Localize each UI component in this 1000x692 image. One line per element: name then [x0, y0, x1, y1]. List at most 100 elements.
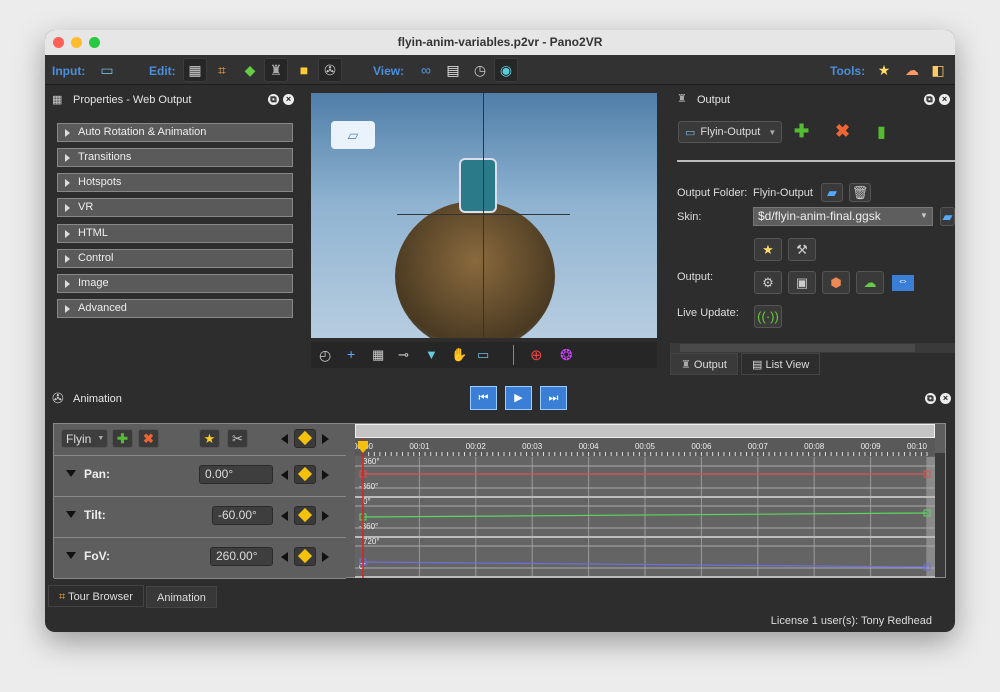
section-control[interactable]: Control: [57, 249, 293, 268]
time-label: 00:01: [409, 442, 430, 451]
live-update-button[interactable]: ((·)): [754, 305, 782, 328]
crosshair-icon[interactable]: +: [347, 346, 355, 362]
timeline[interactable]: 00:0000:0100:0200:0300:0400:0500:0600:07…: [353, 438, 935, 578]
funnel-icon[interactable]: ▼: [425, 347, 438, 362]
section-image[interactable]: Image: [57, 274, 293, 293]
section-advanced[interactable]: Advanced: [57, 299, 293, 318]
color-circles-icon[interactable]: ❂: [560, 346, 573, 364]
float-panel-button[interactable]: ⧉: [924, 94, 935, 105]
target-icon[interactable]: ⊕: [530, 346, 543, 364]
properties-icon[interactable]: ▦: [183, 58, 207, 82]
float-panel-button[interactable]: ⧉: [925, 393, 936, 404]
track-max-label: 360°: [363, 457, 380, 466]
tab-tour-browser[interactable]: ⌗ Tour Browser: [48, 585, 144, 607]
add-output-icon[interactable]: ✚: [794, 121, 809, 142]
document-icon[interactable]: ▮: [877, 122, 886, 142]
output-icon[interactable]: ♜: [264, 58, 288, 82]
minimize-window-button[interactable]: [71, 37, 82, 48]
star-patch-icon[interactable]: ★: [872, 58, 896, 82]
tab-animation[interactable]: Animation: [146, 586, 217, 608]
track-label: FoV:: [84, 549, 110, 563]
add-keyframe-button[interactable]: [294, 506, 316, 525]
chevron-down-icon[interactable]: ▼: [920, 211, 928, 220]
previous-keyframe-icon[interactable]: [281, 470, 288, 480]
go-to-end-button[interactable]: ⏭: [540, 386, 567, 410]
scrollbar-thumb[interactable]: [680, 344, 915, 352]
tools-button[interactable]: ✂: [227, 429, 248, 448]
output-select[interactable]: ▭ Flyin-Output ▼: [678, 121, 782, 143]
skin-editor-button[interactable]: ★: [754, 238, 782, 261]
tilt-value-input[interactable]: -60.00°: [212, 506, 273, 525]
previous-keyframe-icon[interactable]: [281, 511, 288, 521]
next-keyframe-icon[interactable]: [322, 511, 329, 521]
grid-icon[interactable]: ▦: [372, 347, 384, 363]
play-button[interactable]: ▶: [505, 386, 532, 410]
panorama-icon[interactable]: ▭: [477, 347, 489, 363]
pan-value-input[interactable]: 0.00°: [199, 465, 273, 484]
weather-icon[interactable]: ☁: [900, 58, 924, 82]
add-sequence-button[interactable]: ✚: [112, 429, 133, 448]
track-label: Pan:: [84, 467, 111, 481]
floor-plan-icon[interactable]: ◆: [238, 58, 262, 82]
close-window-button[interactable]: [53, 37, 64, 48]
add-panorama-icon[interactable]: ▭: [95, 58, 119, 82]
section-transitions[interactable]: Transitions: [57, 148, 293, 167]
eraser-icon[interactable]: ◧: [926, 58, 950, 82]
plugin-icon[interactable]: ⇔: [892, 275, 914, 291]
next-keyframe-icon[interactable]: [322, 434, 329, 444]
delete-output-icon[interactable]: ✖: [835, 121, 850, 142]
preview-button[interactable]: ▣: [788, 271, 816, 294]
next-keyframe-icon[interactable]: [322, 470, 329, 480]
skin-input[interactable]: $d/flyin-anim-final.ggsk: [753, 207, 933, 226]
level-icon[interactable]: ⊸: [398, 347, 409, 363]
panorama-viewer[interactable]: ▱: [311, 93, 657, 338]
clipboard-icon[interactable]: ▤: [441, 58, 465, 82]
previous-keyframe-icon[interactable]: [281, 552, 288, 562]
tab-output[interactable]: ♜ Output: [670, 353, 738, 375]
timeline-vertical-scrollbar[interactable]: [935, 453, 945, 577]
add-keyframe-button[interactable]: [294, 547, 316, 566]
output-icon: ♜: [677, 93, 687, 105]
compass-icon[interactable]: ◴: [319, 347, 331, 364]
tab-list-view[interactable]: ▤ List View: [741, 353, 821, 375]
hand-icon[interactable]: ✋: [451, 347, 467, 363]
eye-icon[interactable]: ◉: [494, 58, 518, 82]
settings-button[interactable]: ⚙: [754, 271, 782, 294]
sequence-select[interactable]: Flyin ▼: [61, 429, 108, 448]
collapse-icon[interactable]: [66, 470, 76, 477]
delete-sequence-button[interactable]: ✖: [138, 429, 159, 448]
float-panel-button[interactable]: ⧉: [268, 94, 279, 105]
fov-value-input[interactable]: 260.00°: [210, 547, 273, 566]
collapse-icon[interactable]: [66, 552, 76, 559]
collapse-icon[interactable]: [66, 511, 76, 518]
next-keyframe-icon[interactable]: [322, 552, 329, 562]
compass-icon[interactable]: ◷: [468, 58, 492, 82]
timeline-range-slider[interactable]: [355, 424, 935, 438]
section-html[interactable]: HTML: [57, 224, 293, 243]
close-panel-button[interactable]: ×: [939, 94, 950, 105]
binoculars-icon[interactable]: ∞: [414, 58, 438, 82]
open-skin-button[interactable]: ▰: [940, 207, 955, 226]
open-folder-button[interactable]: ▰: [821, 183, 843, 202]
package-button[interactable]: ⬢: [822, 271, 850, 294]
add-keyframe-button[interactable]: [294, 429, 316, 448]
divider: [677, 160, 955, 162]
close-panel-button[interactable]: ×: [283, 94, 294, 105]
horizontal-scrollbar[interactable]: [670, 343, 955, 353]
previous-keyframe-icon[interactable]: [281, 434, 288, 444]
go-to-start-button[interactable]: ⏮: [470, 386, 497, 410]
zoom-window-button[interactable]: [89, 37, 100, 48]
tour-map-icon[interactable]: ⌗: [210, 58, 234, 82]
output-folder-label: Output Folder:: [677, 187, 748, 199]
star-button[interactable]: ★: [199, 429, 220, 448]
google-street-view-icon[interactable]: ■: [292, 58, 316, 82]
animation-icon[interactable]: ✇: [318, 58, 342, 82]
close-panel-button[interactable]: ×: [940, 393, 951, 404]
upload-button[interactable]: ☁: [856, 271, 884, 294]
trash-button[interactable]: 🗑: [849, 183, 871, 202]
add-keyframe-button[interactable]: [294, 465, 316, 484]
skin-tools-button[interactable]: ⚒: [788, 238, 816, 261]
section-auto-rotation[interactable]: Auto Rotation & Animation: [57, 123, 293, 142]
section-vr[interactable]: VR: [57, 198, 293, 217]
section-hotspots[interactable]: Hotspots: [57, 173, 293, 192]
